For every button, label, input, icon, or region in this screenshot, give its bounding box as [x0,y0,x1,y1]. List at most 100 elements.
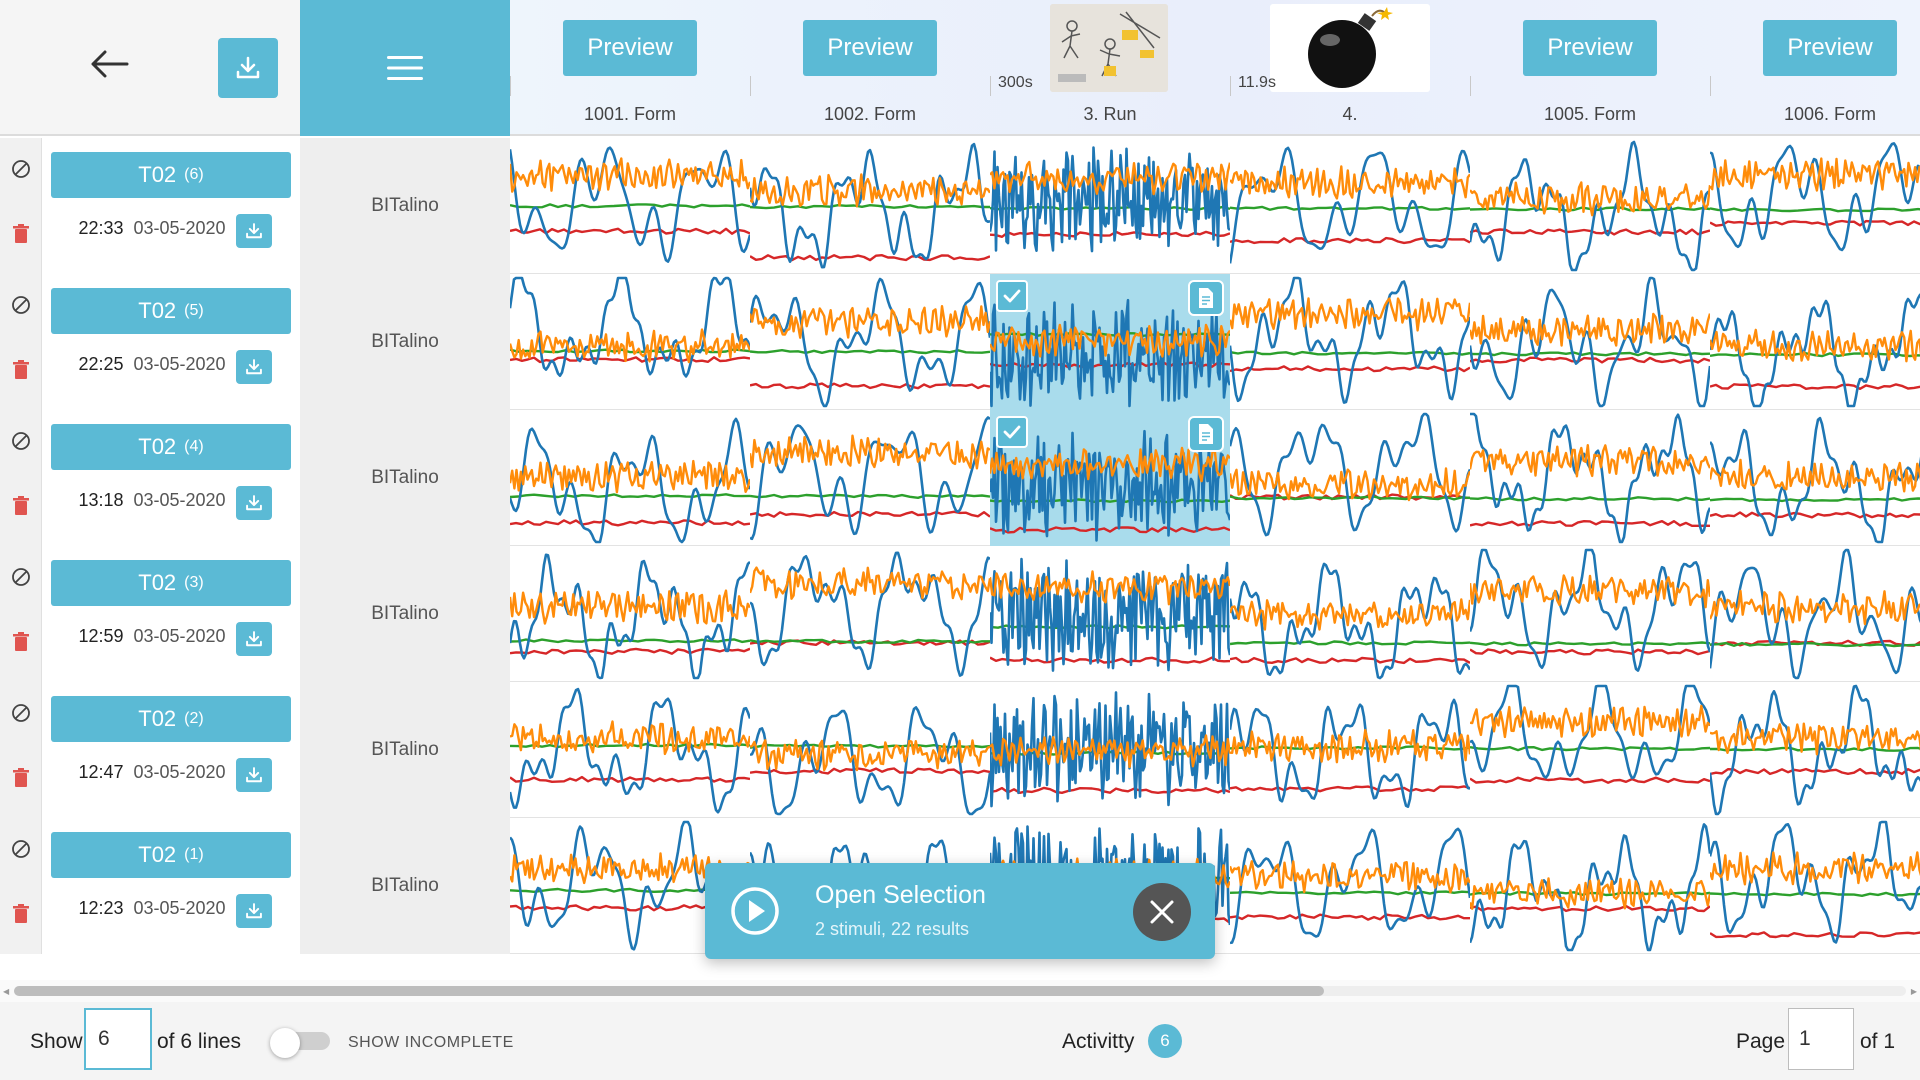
signal-cell[interactable] [750,274,990,410]
delete-row-button[interactable] [12,496,30,516]
signal-cell[interactable] [510,682,750,818]
signal-cell[interactable] [990,274,1230,410]
scroll-left-arrow-icon[interactable]: ◀ [3,987,9,996]
device-cell: BITalino [300,410,510,546]
download-session-button[interactable] [236,894,272,928]
bomb-stimulus-thumbnail[interactable] [1270,4,1430,92]
delete-row-button[interactable] [12,904,30,924]
download-icon [246,495,262,511]
signal-cell[interactable] [750,546,990,682]
stimulus-column-1002: Preview 1002. Form [750,0,990,136]
open-result-button[interactable] [1188,280,1224,316]
download-all-button[interactable] [218,38,278,98]
signal-cell[interactable] [1710,546,1920,682]
stimulus-column-1006: Preview 1006. Form [1710,0,1920,136]
signal-cell[interactable] [1230,274,1470,410]
session-count: (5) [184,302,204,319]
exclude-row-button[interactable] [10,158,32,180]
signal-cell[interactable] [990,410,1230,546]
signal-cell[interactable] [750,682,990,818]
session-meta: 22:33 03-05-2020 [42,218,262,239]
scroll-right-arrow-icon[interactable]: ▶ [1911,987,1917,996]
preview-button[interactable]: Preview [803,20,937,76]
signal-cell[interactable] [1470,818,1710,954]
signal-plot [1710,142,1920,252]
exclude-row-button[interactable] [10,838,32,860]
exclude-row-button[interactable] [10,430,32,452]
ban-icon [12,296,30,314]
exclude-row-button[interactable] [10,702,32,724]
row-actions [0,274,42,410]
open-result-button[interactable] [1188,416,1224,452]
delete-row-button[interactable] [12,632,30,652]
lines-per-page-input[interactable]: 6 [84,1008,152,1070]
signal-cell[interactable] [750,138,990,274]
signal-cell[interactable] [1230,682,1470,818]
preview-button[interactable]: Preview [1763,20,1897,76]
session-time: 22:25 [78,354,124,374]
signal-cell[interactable] [1470,682,1710,818]
session-button[interactable]: T02 (6) [51,152,291,198]
preview-button[interactable]: Preview [563,20,697,76]
signal-cell[interactable] [510,410,750,546]
signal-plot [1230,412,1470,537]
signal-cell[interactable] [1230,818,1470,954]
delete-row-button[interactable] [12,360,30,380]
signal-cell[interactable] [1470,410,1710,546]
horizontal-scrollbar[interactable]: ◀ ▶ [0,980,1920,1002]
signal-plot [1710,820,1920,944]
signal-cell[interactable] [1470,138,1710,274]
session-button[interactable]: T02 (5) [51,288,291,334]
device-cell: BITalino [300,682,510,818]
preview-button[interactable]: Preview [1523,20,1657,76]
signal-cell[interactable] [510,546,750,682]
signal-cell[interactable] [1710,682,1920,818]
session-button[interactable]: T02 (2) [51,696,291,742]
menu-button[interactable] [300,0,510,136]
signal-cell[interactable] [990,546,1230,682]
show-incomplete-toggle[interactable] [270,1028,334,1058]
signal-cell[interactable] [1230,546,1470,682]
signal-plot [510,687,750,814]
signal-cell[interactable] [510,138,750,274]
select-checkbox[interactable] [996,416,1028,448]
download-session-button[interactable] [236,350,272,384]
exclude-row-button[interactable] [10,294,32,316]
session-button[interactable]: T02 (4) [51,424,291,470]
exclude-row-button[interactable] [10,566,32,588]
session-button[interactable]: T02 (1) [51,832,291,878]
stimulus-label: 1001. Form [583,104,677,124]
session-meta: 12:47 03-05-2020 [42,762,262,783]
signal-plot [750,706,990,816]
signal-cell[interactable] [1470,546,1710,682]
run-stimulus-thumbnail[interactable] [1050,4,1168,92]
download-session-button[interactable] [236,214,272,248]
download-session-button[interactable] [236,758,272,792]
scrollbar-thumb[interactable] [14,986,1324,996]
signal-cell[interactable] [1470,274,1710,410]
close-popup-button[interactable] [1133,883,1191,941]
row-actions [0,138,42,274]
signal-cell[interactable] [990,682,1230,818]
signal-cell[interactable] [1710,138,1920,274]
signal-cell[interactable] [1710,818,1920,954]
open-selection-play-button[interactable] [729,885,781,937]
download-session-button[interactable] [236,622,272,656]
stimulus-column-1001: Preview 1001. Form [510,0,750,136]
app-root: Preview 1001. Form Preview 1002. Form 30… [0,0,1920,1080]
download-session-button[interactable] [236,486,272,520]
signal-cell[interactable] [1710,410,1920,546]
signal-cell[interactable] [510,274,750,410]
back-button[interactable] [80,42,138,86]
delete-row-button[interactable] [12,224,30,244]
page-input[interactable]: 1 [1788,1008,1854,1070]
session-button[interactable]: T02 (3) [51,560,291,606]
trash-icon [13,768,29,787]
delete-row-button[interactable] [12,768,30,788]
signal-cell[interactable] [1230,138,1470,274]
signal-cell[interactable] [1230,410,1470,546]
signal-cell[interactable] [750,410,990,546]
select-checkbox[interactable] [996,280,1028,312]
signal-cell[interactable] [990,138,1230,274]
signal-cell[interactable] [1710,274,1920,410]
